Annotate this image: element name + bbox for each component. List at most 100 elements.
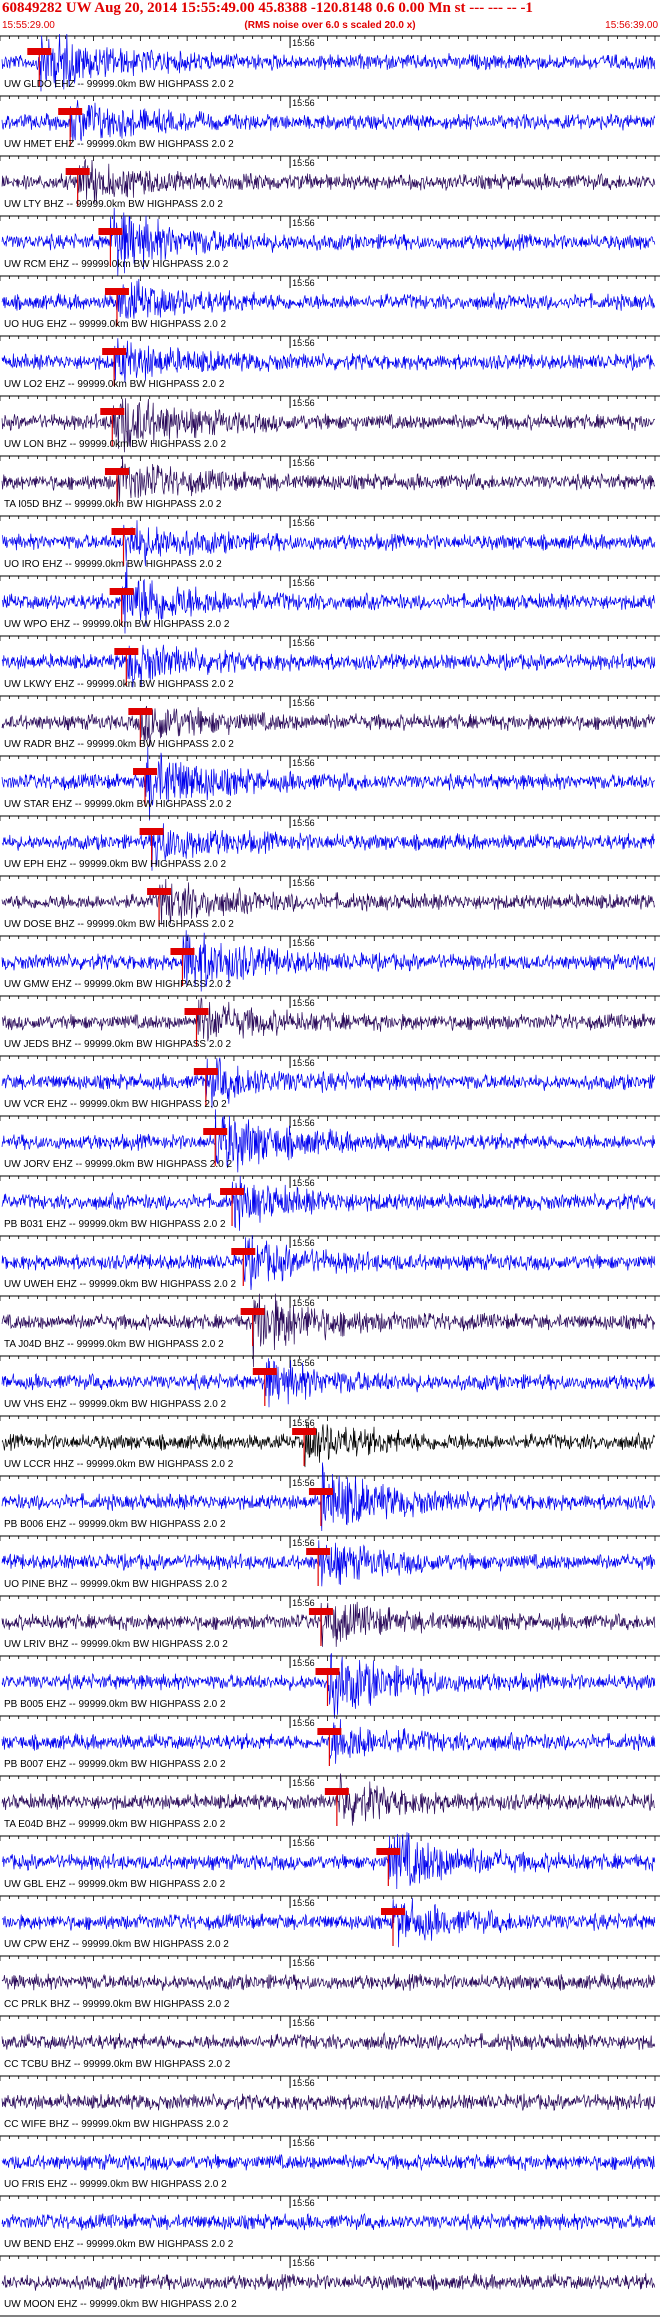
minute-tick-label: 15:56 bbox=[292, 98, 315, 108]
minute-tick-label: 15:56 bbox=[292, 938, 315, 948]
trace-row: 15:56 UW LRIV BHZ -- 99999.0km BW HIGHPAS… bbox=[0, 1595, 660, 1650]
minute-tick-label: 15:56 bbox=[292, 1598, 315, 1608]
minute-tick-label: 15:56 bbox=[292, 578, 315, 588]
minute-tick-label: 15:56 bbox=[292, 1058, 315, 1068]
waveform-trace bbox=[1, 456, 656, 502]
seismogram-plot: 15:56 UW GLDO EHZ -- 99999.0km BW HIGHPAS… bbox=[0, 34, 660, 2317]
minute-tick-label: 15:56 bbox=[292, 1778, 315, 1788]
station-label: CC PRLK BHZ -- 99999.0km BW HIGHPASS 2.0… bbox=[4, 1999, 230, 2010]
minute-tick-label: 15:56 bbox=[292, 638, 315, 648]
station-label: CC TCBU BHZ -- 99999.0km BW HIGHPASS 2.0… bbox=[4, 2059, 231, 2070]
minute-tick-label: 15:56 bbox=[292, 1838, 315, 1848]
trace-row: 15:56 UW BEND EHZ -- 99999.0km BW HIGHPAS… bbox=[0, 2195, 660, 2250]
minute-tick-label: 15:56 bbox=[292, 2018, 315, 2028]
waveform-trace bbox=[1, 2031, 656, 2051]
trace-row: 15:56 PB B006 EHZ -- 99999.0km BW HIGHPAS… bbox=[0, 1462, 660, 1532]
waveform-trace bbox=[1, 2153, 656, 2171]
station-label: UW LTY BHZ -- 99999.0km BW HIGHPASS 2.0 … bbox=[4, 199, 223, 210]
station-label: UW JORV EHZ -- 99999.0km BW HIGHPASS 2.0… bbox=[4, 1159, 232, 1170]
minute-tick-label: 15:56 bbox=[292, 2258, 315, 2268]
station-label: UW RADR BHZ -- 99999.0km BW HIGHPASS 2.0… bbox=[4, 739, 234, 750]
station-label: UW LO2 EHZ -- 99999.0km BW HIGHPASS 2.0 … bbox=[4, 379, 225, 390]
waveform-trace bbox=[1, 1973, 656, 1991]
trace-row: 15:56 PB B031 EHZ -- 99999.0km BW HIGHPAS… bbox=[0, 1175, 660, 1231]
station-label: TA I05D BHZ -- 99999.0km BW HIGHPASS 2.0… bbox=[4, 499, 222, 510]
trace-row: 15:56 UO FRIS EHZ -- 99999.0km BW HIGHPAS… bbox=[0, 2135, 660, 2190]
station-label: PB B006 EHZ -- 99999.0km BW HIGHPASS 2.0… bbox=[4, 1519, 226, 1530]
station-label: UW EPH EHZ -- 99999.0km BW HIGHPASS 2.0 … bbox=[4, 859, 227, 870]
station-label: UW BEND EHZ -- 99999.0km BW HIGHPASS 2.0… bbox=[4, 2239, 234, 2250]
minute-tick-label: 15:56 bbox=[292, 998, 315, 1008]
minute-tick-label: 15:56 bbox=[292, 158, 315, 168]
trace-row: 15:56 UW LCCR HHZ -- 99999.0km BW HIGHPAS… bbox=[0, 1415, 660, 1470]
trace-row: 15:56 UW JEDS BHZ -- 99999.0km BW HIGHPAS… bbox=[0, 995, 660, 1050]
waveform-trace bbox=[1, 159, 656, 203]
trace-row: 15:56 UO IRO EHZ -- 99999.0km BW HIGHPASS… bbox=[0, 515, 660, 570]
station-label: UW UWEH EHZ -- 99999.0km BW HIGHPASS 2.0… bbox=[4, 1279, 237, 1290]
station-label: UW GLDO EHZ -- 99999.0km BW HIGHPASS 2.0… bbox=[4, 79, 234, 90]
station-label: UW LRIV BHZ -- 99999.0km BW HIGHPASS 2.0… bbox=[4, 1639, 228, 1650]
minute-tick-label: 15:56 bbox=[292, 1898, 315, 1908]
waveform-trace bbox=[1, 278, 656, 319]
trace-row: 15:56 UW LON BHZ -- 99999.0km BW HIGHPASS… bbox=[0, 395, 660, 453]
minute-tick-label: 15:56 bbox=[292, 1958, 315, 1968]
minute-tick-label: 15:56 bbox=[292, 338, 315, 348]
minute-tick-label: 15:56 bbox=[292, 2138, 315, 2148]
station-label: UO HUG EHZ -- 99999.0km BW HIGHPASS 2.0 … bbox=[4, 319, 227, 330]
station-label: UO IRO EHZ -- 99999.0km BW HIGHPASS 2.0 … bbox=[4, 559, 222, 570]
minute-tick-label: 15:56 bbox=[292, 1358, 315, 1368]
station-label: CC WIFE BHZ -- 99999.0km BW HIGHPASS 2.0… bbox=[4, 2119, 229, 2130]
minute-tick-label: 15:56 bbox=[292, 518, 315, 528]
waveform-trace bbox=[1, 1719, 656, 1764]
station-label: UW GBL EHZ -- 99999.0km BW HIGHPASS 2.0 … bbox=[4, 1879, 226, 1890]
station-label: UW LCCR HHZ -- 99999.0km BW HIGHPASS 2.0… bbox=[4, 1459, 234, 1470]
station-label: UW GMW EHZ -- 99999.0km BW HIGHPASS 2.0 … bbox=[4, 979, 232, 990]
waveform-trace bbox=[1, 1773, 656, 1826]
waveform-trace bbox=[1, 2092, 656, 2111]
minute-tick-label: 15:56 bbox=[292, 398, 315, 408]
waveform-trace bbox=[1, 878, 656, 925]
waveform-trace bbox=[1, 997, 656, 1042]
trace-row: 15:56 UW VCR EHZ -- 99999.0km BW HIGHPASS… bbox=[0, 1055, 660, 1110]
trace-row: 15:56 PB B005 EHZ -- 99999.0km BW HIGHPAS… bbox=[0, 1653, 660, 1719]
station-label: TA E04D BHZ -- 99999.0km BW HIGHPASS 2.0… bbox=[4, 1819, 226, 1830]
waveform-trace bbox=[1, 100, 656, 143]
minute-tick-label: 15:56 bbox=[292, 878, 315, 888]
minute-tick-label: 15:56 bbox=[292, 1478, 315, 1488]
trace-row: 15:56 UW EPH EHZ -- 99999.0km BW HIGHPASS… bbox=[0, 815, 660, 871]
station-label: UW HMET EHZ -- 99999.0km BW HIGHPASS 2.0… bbox=[4, 139, 234, 150]
trace-row: 15:56 CC PRLK BHZ -- 99999.0km BW HIGHPAS… bbox=[0, 1955, 660, 2010]
event-title: 60849282 UW Aug 20, 2014 15:55:49.00 45.… bbox=[2, 0, 533, 16]
station-label: UW LKWY EHZ -- 99999.0km BW HIGHPASS 2.0… bbox=[4, 679, 234, 690]
trace-row: 15:56 UW LTY BHZ -- 99999.0km BW HIGHPASS… bbox=[0, 155, 660, 210]
waveform-trace bbox=[1, 338, 655, 384]
trace-row: 15:56 UW WPO EHZ -- 99999.0km BW HIGHPASS… bbox=[0, 562, 660, 634]
trace-row: 15:56 TA I05D BHZ -- 99999.0km BW HIGHPAS… bbox=[0, 455, 660, 510]
rms-note: (RMS noise over 6.0 s scaled 20.0 x) bbox=[244, 20, 416, 31]
trace-row: 15:56 UW LKWY EHZ -- 99999.0km BW HIGHPAS… bbox=[0, 635, 660, 690]
station-label: UW CPW EHZ -- 99999.0km BW HIGHPASS 2.0 … bbox=[4, 1939, 229, 1950]
station-label: UW STAR EHZ -- 99999.0km BW HIGHPASS 2.0… bbox=[4, 799, 232, 810]
station-label: PB B031 EHZ -- 99999.0km BW HIGHPASS 2.0… bbox=[4, 1219, 226, 1230]
minute-tick-label: 15:56 bbox=[292, 1178, 315, 1188]
record-header: 60849282 UW Aug 20, 2014 15:55:49.00 45.… bbox=[0, 0, 660, 34]
trace-row: 15:56 CC TCBU BHZ -- 99999.0km BW HIGHPAS… bbox=[0, 2015, 660, 2070]
trace-row: 15:56 UW RADR BHZ -- 99999.0km BW HIGHPAS… bbox=[0, 695, 660, 750]
minute-tick-label: 15:56 bbox=[292, 2078, 315, 2088]
minute-tick-label: 15:56 bbox=[292, 1118, 315, 1128]
minute-tick-label: 15:56 bbox=[292, 1238, 315, 1248]
minute-tick-label: 15:56 bbox=[292, 818, 315, 828]
minute-tick-label: 15:56 bbox=[292, 1658, 315, 1668]
station-label: UO FRIS EHZ -- 99999.0km BW HIGHPASS 2.0… bbox=[4, 2179, 227, 2190]
minute-tick-label: 15:56 bbox=[292, 218, 315, 228]
station-label: UW RCM EHZ -- 99999.0km BW HIGHPASS 2.0 … bbox=[4, 259, 229, 270]
minute-tick-label: 15:56 bbox=[292, 1418, 315, 1428]
station-label: TA J04D BHZ -- 99999.0km BW HIGHPASS 2.0… bbox=[4, 1339, 224, 1350]
station-label: UW JEDS BHZ -- 99999.0km BW HIGHPASS 2.0… bbox=[4, 1039, 232, 1050]
trace-row: 15:56 UW VHS EHZ -- 99999.0km BW HIGHPASS… bbox=[0, 1355, 660, 1410]
trace-row: 15:56 UW GBL EHZ -- 99999.0km BW HIGHPASS… bbox=[0, 1832, 660, 1890]
trace-row: 15:56 UW LO2 EHZ -- 99999.0km BW HIGHPASS… bbox=[0, 335, 660, 390]
minute-tick-label: 15:56 bbox=[292, 1298, 315, 1308]
trace-row: 15:56 UW STAR EHZ -- 99999.0km BW HIGHPAS… bbox=[0, 746, 660, 821]
station-label: UW WPO EHZ -- 99999.0km BW HIGHPASS 2.0 … bbox=[4, 619, 230, 630]
